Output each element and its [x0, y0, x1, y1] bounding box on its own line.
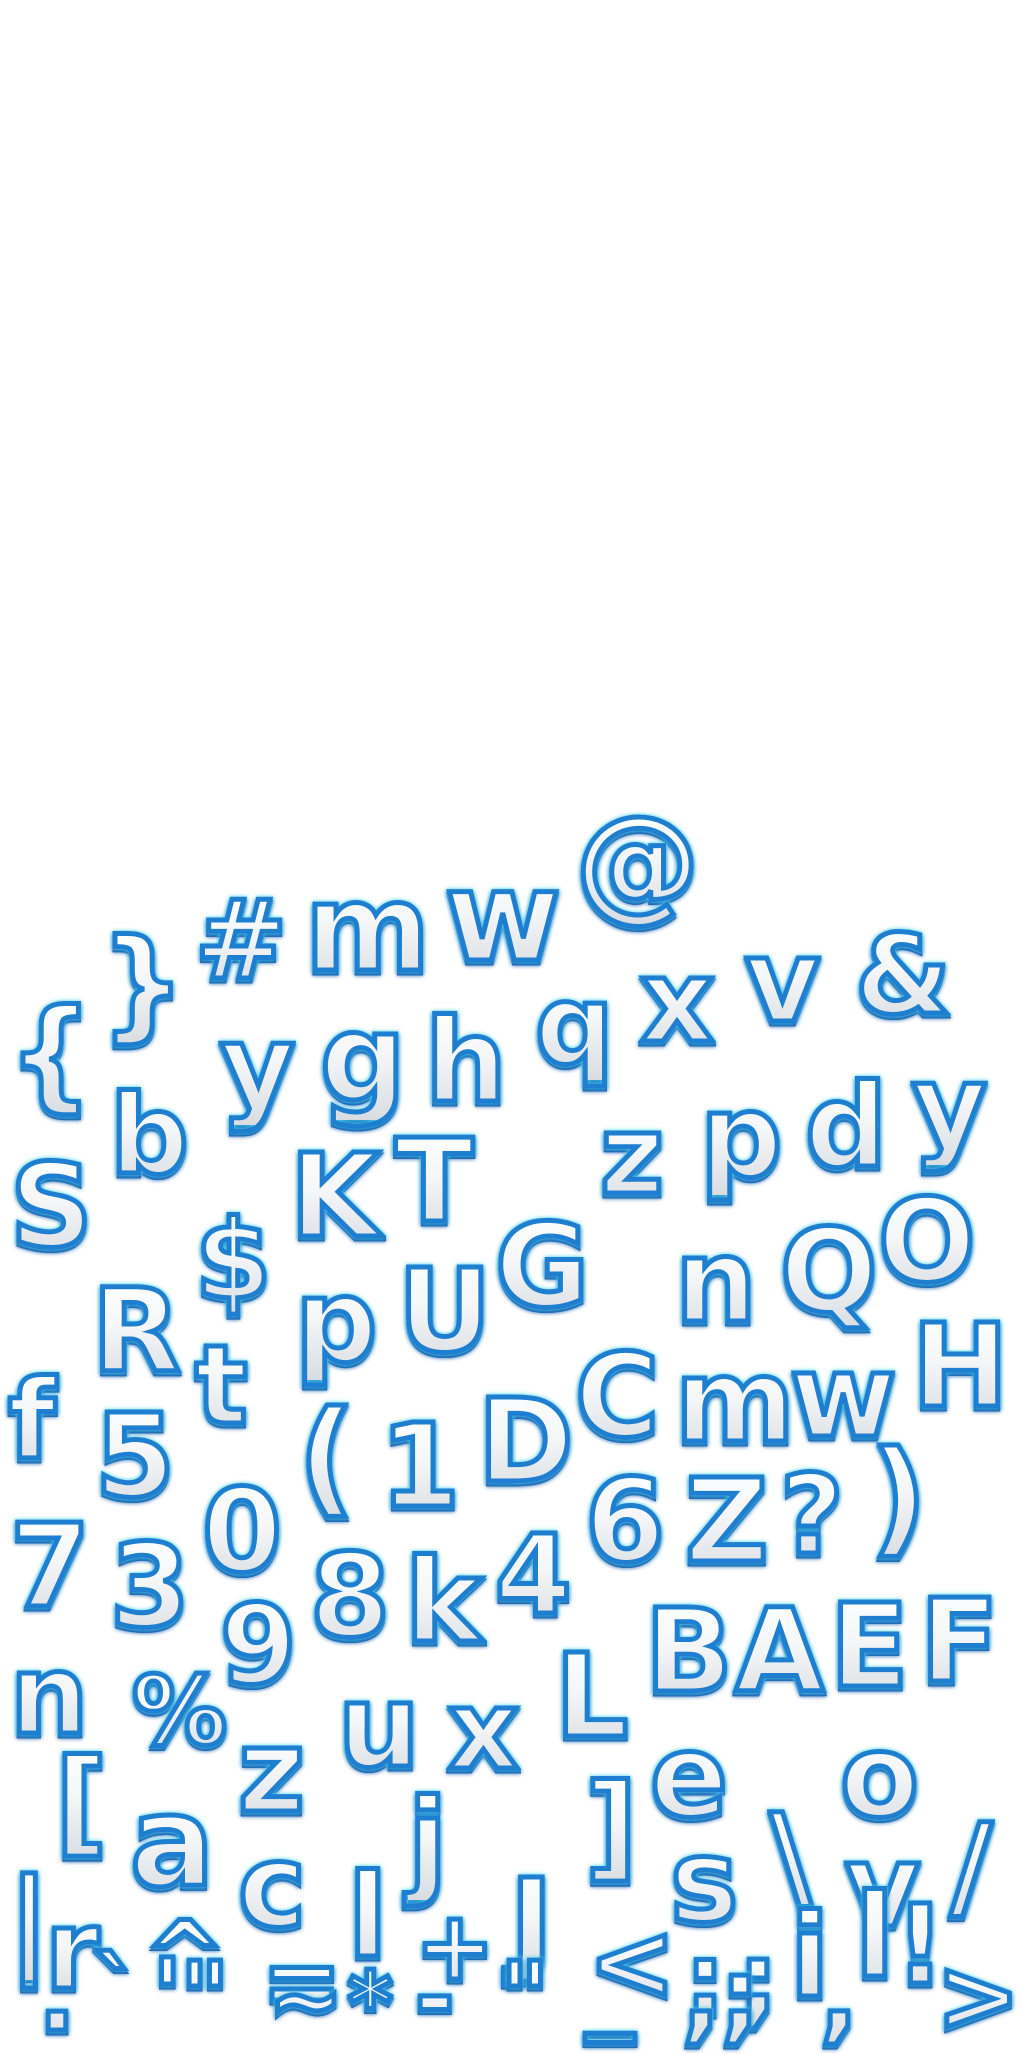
glyph-z-2: Z — [682, 1455, 770, 1589]
glyph-g: g — [318, 990, 409, 1129]
glyph-y-2: y — [910, 1040, 990, 1174]
glyph-u-1: U — [395, 1245, 493, 1379]
glyph-q: q — [533, 961, 617, 1089]
glyph-a-2: a — [127, 1770, 216, 1915]
glyph-h-2: H — [909, 1300, 1010, 1434]
glyph-open-bracket: [ — [53, 1735, 111, 1869]
glyph-t-1: T — [392, 1115, 475, 1249]
glyph-h: h — [423, 995, 510, 1129]
glyph-4: 4 — [493, 1511, 575, 1639]
glyph-close-brace: } — [97, 915, 187, 1054]
glyph-asterisk: * — [345, 1954, 395, 2053]
glyph-a-1: A — [732, 1585, 826, 1719]
glyph-y: y — [218, 1000, 298, 1134]
glyph-b: b — [108, 1071, 192, 1199]
glyph-g-2: G — [492, 1200, 591, 1334]
glyph-semicolon-2: ; — [718, 1937, 763, 2054]
glyph-q-2: Q — [778, 1205, 881, 1339]
glyph-5: 5 — [92, 1390, 177, 1524]
glyph-m-2: m — [673, 1335, 798, 1469]
glyph-z-3: z — [236, 1705, 308, 1839]
glyph-s-1: S — [8, 1140, 96, 1274]
glyph-double-quote-2: " — [498, 1943, 552, 2053]
glyph-d: d — [802, 1060, 889, 1194]
glyph-o-1: O — [876, 1175, 979, 1309]
glyph-c-1: C — [572, 1330, 661, 1464]
glyph-tilde: ~ — [265, 1948, 345, 2053]
glyph-d-2: D — [475, 1375, 575, 1509]
glyph-k-1: K — [287, 1130, 381, 1264]
glyph-f-1: f — [6, 1356, 59, 1484]
glyph-close-bracket: ] — [583, 1760, 641, 1894]
glyph-hash: # — [192, 876, 289, 1004]
glyph-6: 6 — [582, 1455, 667, 1589]
glyph-open-brace: { — [5, 985, 95, 1124]
glyph-j-1: j — [405, 1775, 449, 1909]
glyph-p-1: p — [697, 1070, 784, 1204]
glyph-double-quote: " — [178, 1943, 232, 2053]
glyph-x-2: x — [446, 1666, 522, 1794]
glyph-0: 0 — [199, 1465, 284, 1599]
glyph-b-2: B — [643, 1585, 736, 1719]
glyph-t-2: t — [193, 1321, 251, 1449]
glyph-z-1: z — [597, 1091, 666, 1219]
glyph-9: 9 — [218, 1581, 300, 1709]
glyph-dollar: $ — [193, 1196, 275, 1324]
glyph-f-2: F — [918, 1575, 1002, 1709]
glyph-v: v — [743, 915, 823, 1049]
glyph-question: ? — [778, 1451, 847, 1579]
glyph-o-2: o — [837, 1710, 921, 1844]
glyph-at: @ — [573, 790, 703, 935]
glyph-slash: / — [947, 1800, 994, 1934]
glyph-underscore: _ — [583, 1926, 638, 2043]
glyph-l-3: l — [852, 1870, 896, 2004]
glyph-p-2: p — [292, 1255, 379, 1389]
glyph-percent: % — [129, 1657, 229, 1767]
glyph-7: 7 — [7, 1500, 92, 1634]
glyph-period: . — [36, 1937, 79, 2054]
glyph-backtick: ` — [90, 1937, 145, 2054]
glyph-ampersand: & — [853, 911, 954, 1039]
glyph-sheet: @ w m #}{x v & y g h q b z p d y S K T G O $ n Q Rp U Cm w Ht f 5(1 D 0… — [0, 0, 1024, 2054]
glyph-n-2: n — [7, 1631, 90, 1759]
glyph-comma: , — [680, 1937, 723, 2054]
glyph-1: 1 — [377, 1400, 462, 1534]
glyph-m: m — [302, 860, 432, 999]
glyph-greater-than: > — [934, 1937, 1023, 2054]
glyph-minus: - — [412, 1943, 456, 2053]
glyph-8: 8 — [307, 1530, 392, 1664]
glyph-comma-2: , — [818, 1937, 861, 2054]
glyph-r-1: R — [90, 1265, 184, 1399]
glyph-n-1: n — [673, 1215, 760, 1349]
glyph-u-2: u — [336, 1660, 423, 1794]
glyph-3: 3 — [107, 1520, 192, 1654]
glyph-close-paren: ) — [867, 1425, 929, 1570]
glyph-x: x — [637, 935, 716, 1069]
glyph-l-1: L — [552, 1630, 630, 1764]
glyph-open-paren: ( — [295, 1385, 357, 1530]
glyph-e-1: E — [828, 1580, 912, 1714]
glyph-apostrophe: ' — [150, 1937, 186, 2054]
glyph-k-2: k — [402, 1535, 484, 1669]
